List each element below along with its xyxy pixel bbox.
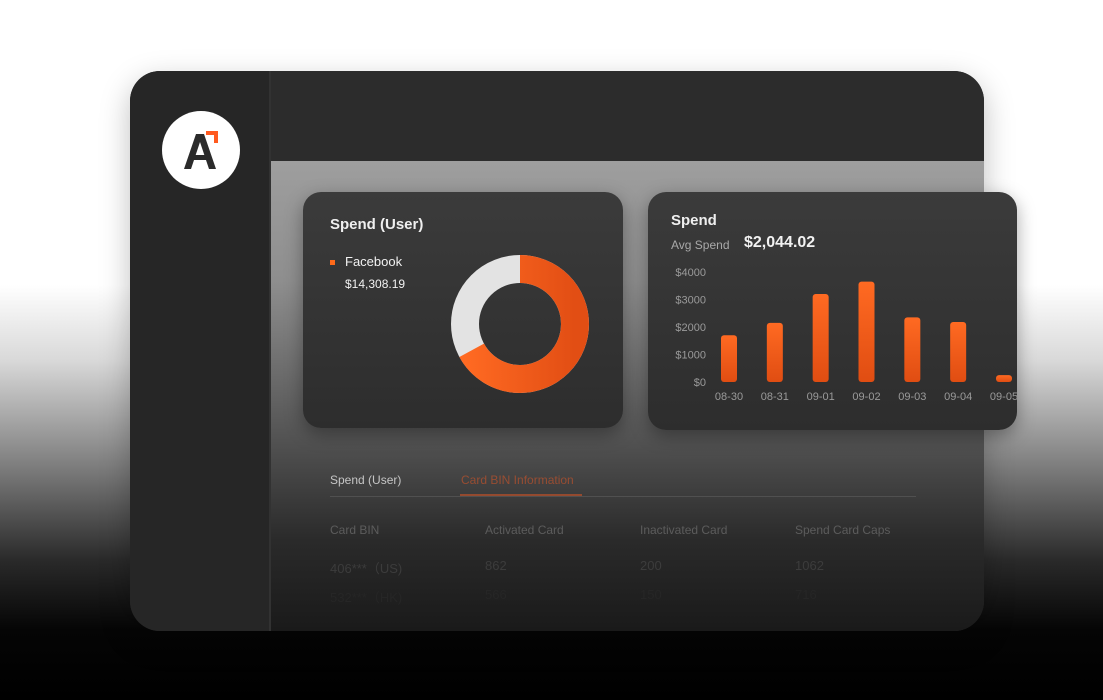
spend-user-card: Spend (User) Facebook $14,308.19 [303,192,623,428]
bar-09-01[interactable] [812,294,829,382]
table-cell-card-bin: 532***（HK) [330,590,403,605]
bar-08-31[interactable] [766,322,783,382]
x-tick-label: 08-30 [715,391,743,403]
sidebar [130,71,271,631]
table-cell-inactivated: 200 [640,558,662,573]
table-cell-activated: 862 [485,558,507,573]
spend-user-donut[interactable] [450,254,590,394]
table-cell-caps: 1062 [795,558,824,573]
y-tick-label: $4000 [675,267,706,279]
col-header-inactivated-card: Inactivated Card [640,523,728,537]
bar-09-03[interactable] [904,317,921,382]
tab-card-bin-information[interactable]: Card BIN Information [461,473,574,487]
x-tick-label: 09-02 [852,391,880,403]
spend-user-title: Spend (User) [330,216,424,233]
bar-09-05[interactable] [996,375,1012,382]
y-tick-label: $0 [694,377,706,389]
col-header-activated-card: Activated Card [485,523,564,537]
x-tick-label: 09-05 [990,391,1017,403]
table-cell-inactivated: 150 [640,587,662,602]
logo-a-icon [184,131,218,169]
legend-name: Facebook [345,254,403,269]
x-tick-label: 09-03 [898,391,926,403]
bar-09-02[interactable] [858,281,875,382]
x-tick-label: 09-01 [807,391,835,403]
bar-09-04[interactable] [950,322,967,382]
top-bar [271,71,984,161]
active-tab-indicator [460,494,582,496]
y-tick-label: $3000 [675,295,706,307]
spend-card: Spend Avg Spend $2,044.02 $0 $1000 $2000 $3… [648,192,1017,430]
x-tick-label: 09-04 [944,391,972,403]
legend-marker [330,260,335,265]
legend-amount: $14,308.19 [345,277,406,291]
bar-08-30[interactable] [721,335,737,382]
col-header-card-bin: Card BIN [330,523,380,537]
table-cell-activated: 566 [485,587,507,602]
brand-logo[interactable] [162,111,240,189]
x-tick-label: 08-31 [761,391,789,403]
y-tick-label: $2000 [675,322,706,334]
y-tick-label: $1000 [675,350,706,362]
tabs-divider [330,496,916,497]
table-cell-card-bin: 406***（US) [330,561,403,576]
tab-spend-user[interactable]: Spend (User) [330,473,401,487]
table-cell-caps: 716 [795,587,817,602]
spend-bar-chart: $0 $1000 $2000 $3000 $4000 08-30 08-31 09-01 09-… [675,267,1017,403]
col-header-spend-card-caps: Spend Card Caps [795,523,891,537]
